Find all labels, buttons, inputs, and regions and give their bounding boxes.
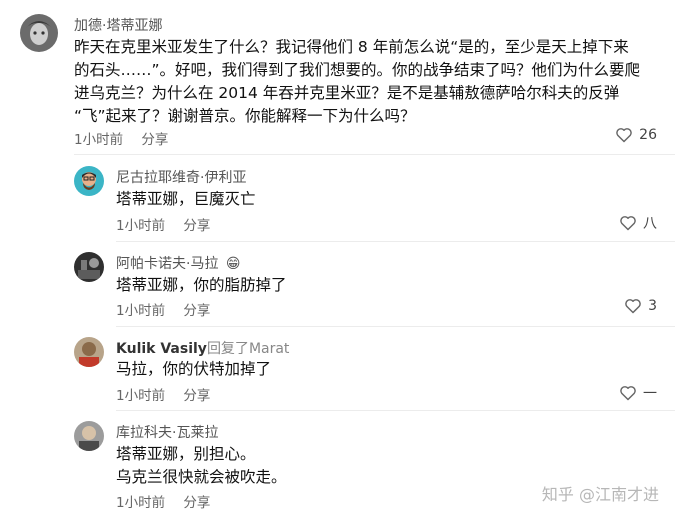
avatar[interactable] [74,252,104,282]
reply-meta: 1小时前 分享 [116,384,224,404]
reply-to-label: 回复了 [206,341,249,357]
share-button[interactable]: 分享 [141,132,168,148]
avatar[interactable] [74,337,104,367]
reply-target-name[interactable]: Marat [249,341,289,357]
share-button[interactable]: 分享 [183,303,210,319]
avatar[interactable] [74,166,104,196]
comment-line: “飞”起来了？谢谢普京。你能解释一下为什么吗？ [74,107,416,125]
reply-line: 马拉，你的伏特加掉了 [116,360,272,378]
reply-line: 塔蒂亚娜，巨魔灭亡 [116,190,256,208]
comment-line: 进乌克兰？为什么在 2014 年吞并克里米亚？是不是基辅敖德萨哈尔科夫的反弹 [74,84,620,102]
reply-text: 马拉，你的伏特加掉了 [116,358,271,381]
divider [116,326,675,327]
reply-line: 塔蒂亚娜，别担心。 [116,445,256,463]
like-button[interactable]: 八 [619,213,657,233]
comment-line: 昨天在克里米亚发生了什么？我记得他们 8 年前怎么说“是的，至少是天上掉下来 [74,38,629,56]
divider [74,154,675,155]
reply-line: 乌克兰很快就会被吹走。 [116,468,287,486]
comment-text: 昨天在克里米亚发生了什么？我记得他们 8 年前怎么说“是的，至少是天上掉下来 的… [74,36,664,128]
author-label: Kulik Vasily [116,341,207,357]
divider [116,410,675,411]
reply-meta: 1小时前 分享 [116,299,224,319]
share-button[interactable]: 分享 [183,388,210,404]
like-count: 八 [643,216,657,232]
author-name[interactable]: 加德·塔蒂亚娜 [74,15,162,35]
timestamp: 1小时前 [74,132,124,148]
timestamp: 1小时前 [116,388,166,404]
heart-outline-icon [616,128,632,143]
timestamp: 1小时前 [116,303,166,319]
like-count: 3 [648,298,657,314]
like-button[interactable]: 26 [615,127,657,143]
reply-text: 塔蒂亚娜，别担心。 乌克兰很快就会被吹走。 [116,443,287,489]
author-name[interactable]: Kulik Vasily回复了Marat [116,338,289,358]
heart-outline-icon [620,386,636,401]
share-button[interactable]: 分享 [183,495,210,511]
avatar-main[interactable] [20,14,58,52]
like-count: 26 [639,127,657,143]
timestamp: 1小时前 [116,495,166,511]
reply-line: 塔蒂亚娜，你的脂肪掉了 [116,276,287,294]
watermark: 知乎 @江南才进 [541,485,659,504]
like-button[interactable]: 3 [624,298,657,314]
share-button[interactable]: 分享 [183,218,210,234]
divider [116,241,675,242]
reply-meta: 1小时前 分享 [116,214,224,234]
timestamp: 1小时前 [116,218,166,234]
heart-outline-icon [620,216,636,231]
reply-meta: 1小时前 分享 [116,491,224,511]
author-label: 阿帕卡诺夫·马拉 [116,256,219,272]
reply-text: 塔蒂亚娜，你的脂肪掉了 [116,274,287,297]
reply-text: 塔蒂亚娜，巨魔灭亡 [116,188,256,211]
comment-line: 的石头……”。好吧，我们得到了我们想要的。你的战争结束了吗？他们为什么要爬 [74,61,641,79]
grinning-emoji-icon: 😁 [225,256,241,272]
author-name[interactable]: 阿帕卡诺夫·马拉 😁 [116,253,241,273]
heart-outline-icon [625,299,641,314]
comment-meta: 1小时前 分享 [74,128,182,148]
author-name[interactable]: 尼古拉耶维奇·伊利亚 [116,167,246,187]
like-button[interactable]: 一 [619,383,657,403]
avatar[interactable] [74,421,104,451]
author-name[interactable]: 库拉科夫·瓦莱拉 [116,422,218,442]
like-count: 一 [643,386,657,402]
